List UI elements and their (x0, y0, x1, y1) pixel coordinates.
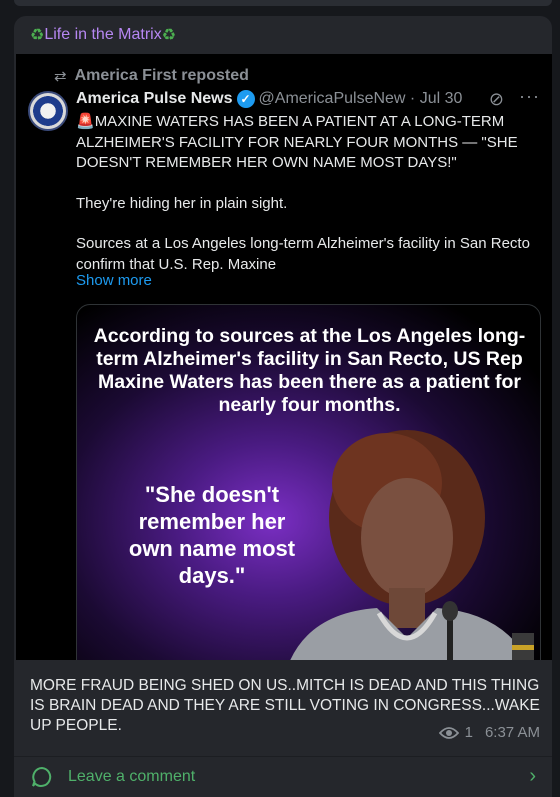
tweet-line-2: They're hiding her in plain sight. (76, 194, 288, 212)
handle-date: @AmericaPulseNew · Jul 30 (258, 90, 463, 107)
repost-by: America First reposted (74, 67, 249, 84)
show-more-link[interactable]: Show more (76, 272, 152, 289)
repost-icon: ⇄ (54, 68, 67, 85)
portrait-image (290, 430, 534, 660)
leave-comment-button[interactable]: Leave a comment › (14, 757, 552, 797)
embedded-tweet[interactable]: ⇄ America First reposted America Pulse N… (16, 54, 552, 660)
view-count: 1 (464, 724, 473, 741)
leave-comment-label: Leave a comment (68, 768, 196, 785)
tweet-line-3: Sources at a Los Angeles long-term Alzhe… (76, 235, 530, 273)
verified-badge-icon: ✓ (236, 90, 255, 108)
grok-icon[interactable]: ⊘ (489, 89, 504, 110)
previous-message-edge (14, 0, 552, 6)
post-meta: 1 6:37 AM (438, 724, 540, 741)
channel-title: Life in the Matrix (44, 26, 162, 43)
media-caption: According to sources at the Los Angeles … (93, 325, 526, 416)
tweet-headline: MAXINE WATERS HAS BEEN A PATIENT AT A LO… (76, 113, 518, 171)
repost-line: ⇄ America First reposted (54, 67, 249, 85)
post-time: 6:37 AM (484, 724, 540, 741)
recycle-icon: ♻ (30, 27, 45, 44)
eye-icon (438, 726, 459, 740)
channel-post: ♻ Life in the Matrix ♻ ⇄ America First r… (14, 16, 552, 797)
recycle-icon: ♻ (161, 27, 177, 44)
comment-bubble-icon (30, 765, 54, 789)
tweet-text: 🚨MAXINE WATERS HAS BEEN A PATIENT AT A L… (76, 112, 546, 295)
author-name[interactable]: America Pulse News (76, 90, 233, 108)
tweet-media-image[interactable]: According to sources at the Los Angeles … (76, 304, 541, 660)
more-options-icon[interactable]: ··· (519, 86, 540, 107)
author-row: America Pulse News ✓ @AmericaPulseNew · … (76, 86, 544, 110)
siren-icon: 🚨 (76, 113, 95, 130)
chevron-right-icon: › (529, 765, 536, 787)
channel-header[interactable]: ♻ Life in the Matrix ♻ (14, 16, 552, 54)
avatar[interactable] (28, 91, 68, 131)
